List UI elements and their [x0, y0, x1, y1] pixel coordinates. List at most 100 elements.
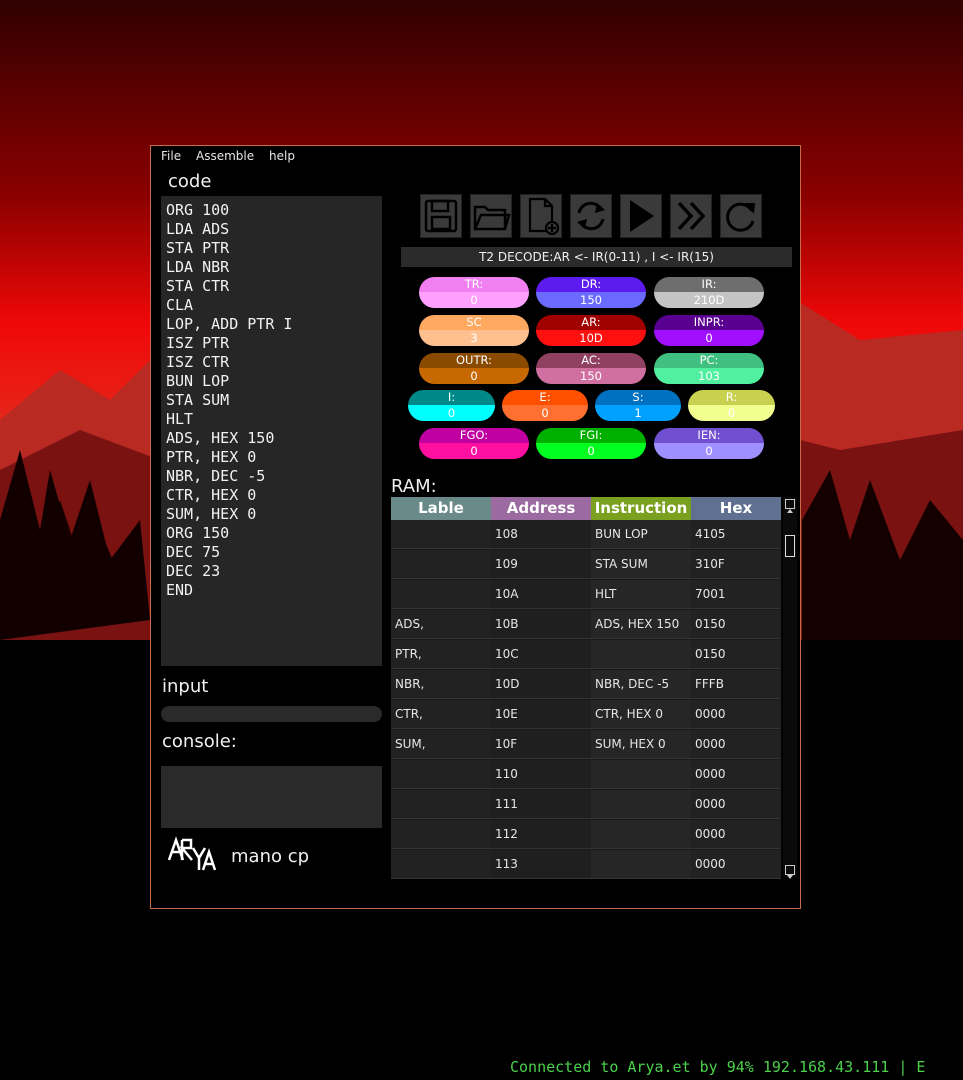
- table-row[interactable]: PTR, 10C 0150: [391, 640, 781, 670]
- ram-cell: [391, 820, 491, 849]
- register-pc: PC: 103: [654, 353, 764, 384]
- play-icon: [630, 200, 654, 232]
- ram-cell: 0000: [691, 760, 781, 789]
- register-value: 150: [536, 368, 646, 384]
- ram-cell: 112: [491, 820, 591, 849]
- register-name: S:: [595, 390, 681, 405]
- code-line: HLT: [166, 410, 194, 428]
- ram-cell: 113: [491, 850, 591, 879]
- table-row[interactable]: 113 0000: [391, 850, 781, 880]
- ram-cell: 0150: [691, 640, 781, 669]
- ram-cell: 109: [491, 550, 591, 579]
- ram-cell: 110: [491, 760, 591, 789]
- register-value: 0: [654, 330, 764, 346]
- save-button[interactable]: [420, 194, 462, 238]
- menu-file[interactable]: File: [161, 149, 181, 163]
- register-s: S: 1: [595, 390, 681, 421]
- table-row[interactable]: 112 0000: [391, 820, 781, 850]
- code-line: CTR, HEX 0: [166, 486, 257, 504]
- code-line: ORG 100: [166, 201, 230, 219]
- ram-cell: 310F: [691, 550, 781, 579]
- menu-bar: File Assemble help: [151, 146, 800, 166]
- table-row[interactable]: ADS, 10B ADS, HEX 150 0150: [391, 610, 781, 640]
- ram-cell: HLT: [591, 580, 691, 609]
- ram-cell: PTR,: [391, 640, 491, 669]
- ram-cell: [391, 760, 491, 789]
- code-line: DEC 75: [166, 543, 221, 561]
- table-row[interactable]: NBR, 10D NBR, DEC -5 FFFB: [391, 670, 781, 700]
- table-row[interactable]: SUM, 10F SUM, HEX 0 0000: [391, 730, 781, 760]
- register-name: FGI:: [536, 428, 646, 443]
- register-inpr: INPR: 0: [654, 315, 764, 346]
- register-value: 0: [502, 405, 588, 421]
- register-value: 1: [595, 405, 681, 421]
- ram-cell: 10B: [491, 610, 591, 639]
- table-row[interactable]: 10A HLT 7001: [391, 580, 781, 610]
- ram-cell: FFFB: [691, 670, 781, 699]
- ram-cell: [591, 820, 691, 849]
- register-value: 103: [654, 368, 764, 384]
- register-name: FGO:: [419, 428, 529, 443]
- code-line: END: [166, 581, 194, 599]
- register-name: R:: [688, 390, 775, 405]
- menu-help[interactable]: help: [269, 149, 295, 163]
- ram-cell: ADS,: [391, 610, 491, 639]
- ram-scrollbar[interactable]: [783, 497, 797, 879]
- input-field[interactable]: [161, 706, 382, 722]
- ram-cell: [591, 790, 691, 819]
- ram-header-address[interactable]: Address: [491, 497, 591, 520]
- code-line: CLA: [166, 296, 194, 314]
- table-row[interactable]: 109 STA SUM 310F: [391, 550, 781, 580]
- register-tr: TR: 0: [419, 277, 529, 308]
- ram-cell: 0000: [691, 820, 781, 849]
- step-button[interactable]: [670, 194, 712, 238]
- scroll-up-arrow[interactable]: [785, 499, 795, 513]
- ram-cell: CTR,: [391, 700, 491, 729]
- register-ir: IR: 210D: [654, 277, 764, 308]
- register-name: OUTR:: [419, 353, 529, 368]
- scroll-thumb[interactable]: [785, 535, 795, 557]
- save-icon: [424, 199, 458, 233]
- run-button[interactable]: [620, 194, 662, 238]
- ram-cell: 7001: [691, 580, 781, 609]
- table-row[interactable]: 108 BUN LOP 4105: [391, 520, 781, 550]
- refresh-button[interactable]: [570, 194, 612, 238]
- ram-cell: [591, 850, 691, 879]
- code-line: LOP, ADD PTR I: [166, 315, 293, 333]
- register-value: 0: [536, 443, 646, 459]
- new-file-button[interactable]: [520, 194, 562, 238]
- ram-cell: CTR, HEX 0: [591, 700, 691, 729]
- code-line: NBR, DEC -5: [166, 467, 266, 485]
- app-name: mano cp: [231, 846, 310, 867]
- console-label: console:: [162, 731, 237, 752]
- ram-cell: 10D: [491, 670, 591, 699]
- code-editor[interactable]: ORG 100 LDA ADS STA PTR LDA NBR STA CTR CLA LO…: [161, 196, 382, 666]
- open-button[interactable]: [470, 194, 512, 238]
- table-row[interactable]: 110 0000: [391, 760, 781, 790]
- register-name: AC:: [536, 353, 646, 368]
- register-fgo: FGO: 0: [419, 428, 529, 459]
- register-name: AR:: [536, 315, 646, 330]
- table-row[interactable]: CTR, 10E CTR, HEX 0 0000: [391, 700, 781, 730]
- ram-cell: STA SUM: [591, 550, 691, 579]
- ram-cell: [591, 640, 691, 669]
- code-line: LDA NBR: [166, 258, 230, 276]
- register-value: 150: [536, 292, 646, 308]
- register-value: 0: [419, 292, 529, 308]
- ram-header-lable[interactable]: Lable: [391, 497, 491, 520]
- ram-cell: [391, 550, 491, 579]
- register-name: INPR:: [654, 315, 764, 330]
- fast-forward-icon: [677, 201, 706, 231]
- menu-assemble[interactable]: Assemble: [196, 149, 254, 163]
- scroll-down-arrow[interactable]: [785, 865, 795, 879]
- new-file-icon: [528, 197, 560, 236]
- ram-header-instruction[interactable]: Instruction: [591, 497, 691, 520]
- register-sc: SC 3: [419, 315, 529, 346]
- reset-button[interactable]: [720, 194, 762, 238]
- ram-cell: NBR,: [391, 670, 491, 699]
- table-row[interactable]: 111 0000: [391, 790, 781, 820]
- code-line: SUM, HEX 0: [166, 505, 257, 523]
- register-name: IEN:: [654, 428, 764, 443]
- register-name: I:: [408, 390, 495, 405]
- ram-header-hex[interactable]: Hex: [691, 497, 781, 520]
